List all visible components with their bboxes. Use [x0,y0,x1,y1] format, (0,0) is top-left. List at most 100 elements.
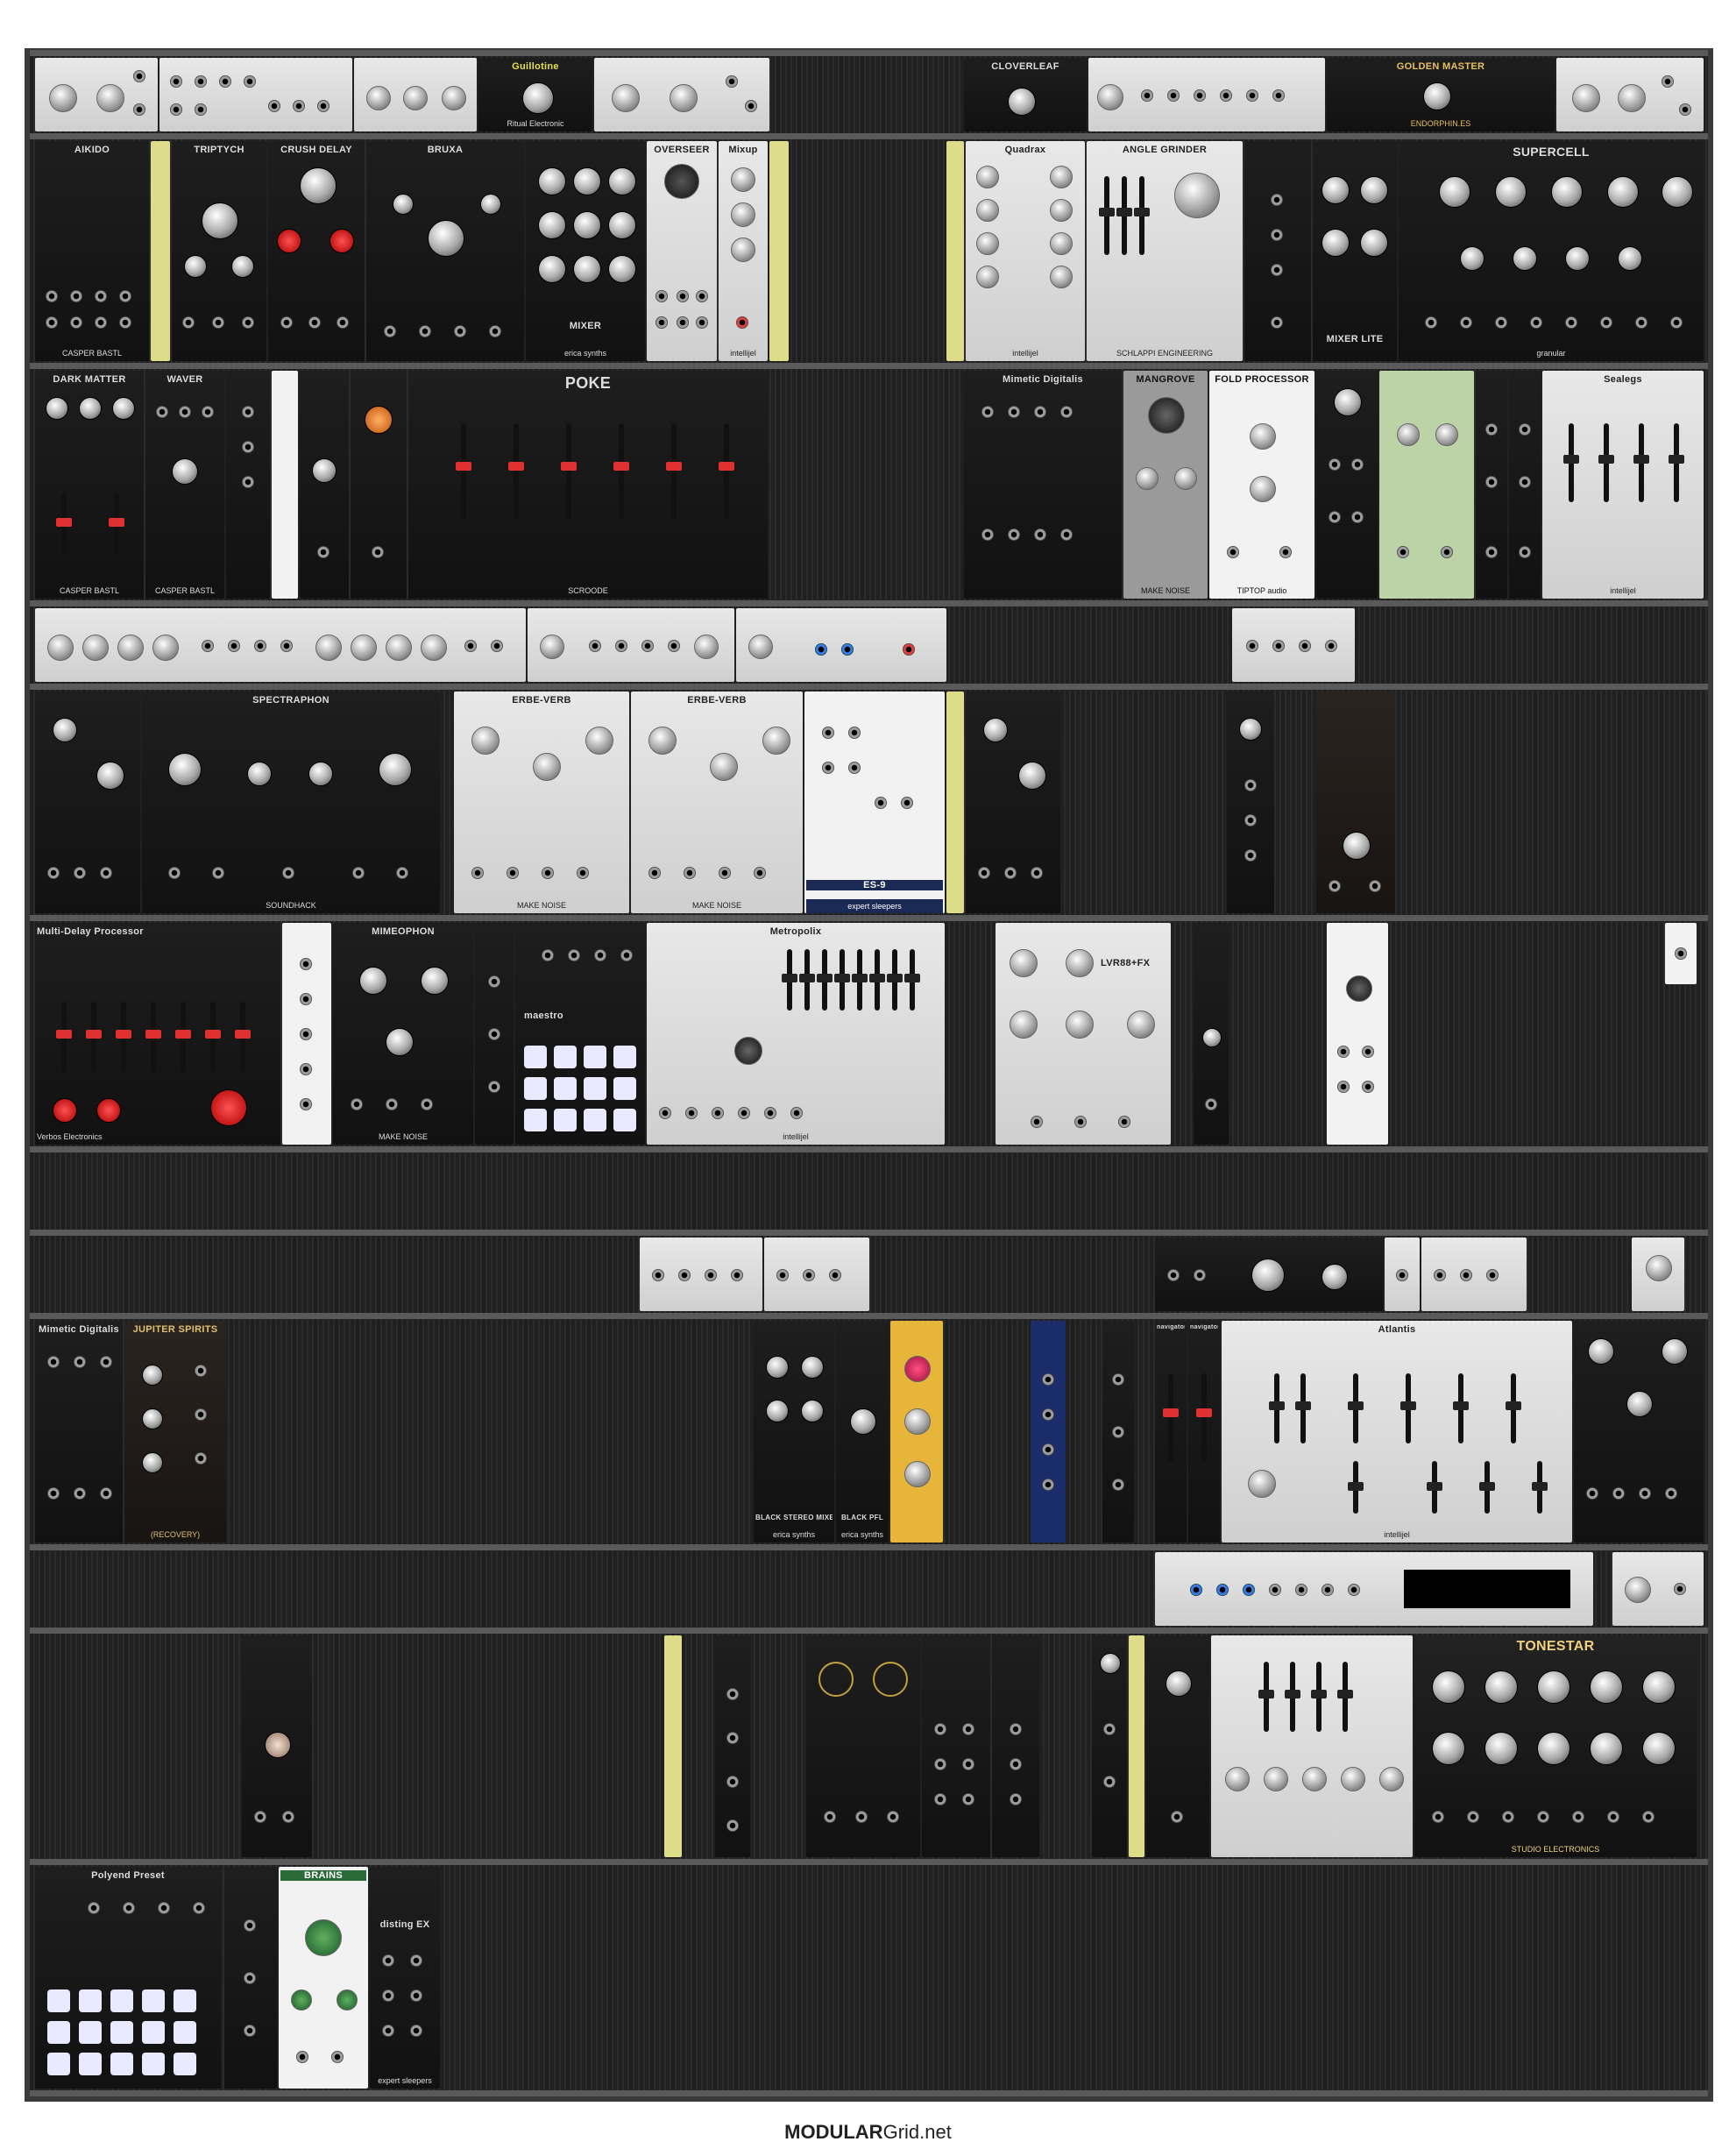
module-disting-ex[interactable]: disting EX expert sleepers [370,1867,440,2089]
module-1u-delay[interactable] [354,58,477,131]
module-1u-utility[interactable] [35,58,158,131]
module-1u-mult-c[interactable] [1385,1238,1420,1311]
module-golden-master[interactable]: GOLDEN MASTER ENDORPHIN.ES [1327,58,1555,131]
module-blue-thin[interactable] [1031,1321,1066,1543]
module-small-b[interactable] [300,371,349,599]
module-1u-sequencer[interactable] [1088,58,1325,131]
module-polyend-preset[interactable]: Polyend Preset [35,1867,221,2089]
module-es-9[interactable]: ES-9 expert sleepers [804,691,945,913]
module-bruxa[interactable]: BRUXA [366,141,524,361]
rack-rail [30,1628,1708,1634]
module-mixer-lite[interactable]: MIXER LITE [1313,141,1397,361]
module-moir[interactable] [1211,1635,1413,1857]
module-tiny-white[interactable] [1665,923,1697,984]
module-spectraphon[interactable]: SPECTRAPHON SOUNDHACK [142,691,440,913]
module-waver[interactable]: WAVER CASPER BASTL [145,371,224,599]
module-brains[interactable]: BRAINS [279,1867,368,2089]
module-echo-thin[interactable] [1092,1635,1127,1857]
module-atlantis[interactable]: Atlantis intellijel [1222,1321,1572,1543]
module-erica-mixer[interactable]: MIXER erica synths [526,141,645,361]
module-small-f[interactable] [224,1867,277,2089]
module-sealegs[interactable]: Sealegs intellijel [1542,371,1704,599]
module-jacks-b[interactable] [992,1635,1039,1857]
module-pico-mask[interactable] [1227,691,1274,913]
module-quadrax[interactable]: Quadrax intellijel [966,141,1085,361]
module-mixup[interactable]: Mixup intellijel [719,141,768,361]
module-1u-midi[interactable] [1155,1552,1593,1626]
module-1u-small[interactable] [1232,608,1355,682]
blank-panel [151,141,170,361]
module-triptych[interactable]: TRIPTYCH [172,141,266,361]
module-cloverleaf[interactable]: CLOVERLEAF [964,58,1087,131]
module-1u-mixer-a[interactable] [594,58,769,131]
rack-rail [30,684,1708,690]
module-pam-thin[interactable] [1194,923,1229,1145]
module-green[interactable] [1379,371,1474,599]
module-black-right[interactable] [1574,1321,1704,1543]
module-crush-delay[interactable]: CRUSH DELAY [268,141,365,361]
module-mimetic-digitalis-b[interactable]: Mimetic Digitalis [35,1321,123,1543]
module-pico-dsp-b[interactable] [1509,371,1541,599]
module-animate-a[interactable] [35,691,140,913]
module-animate-b[interactable] [966,691,1060,913]
module-poke[interactable]: POKE SCROODE [408,371,768,599]
module-angle-grinder[interactable]: ANGLE GRINDER SCHLAPPI ENGINEERING [1087,141,1243,361]
module-thin-a[interactable] [715,1635,750,1857]
module-1u-blue-buttons[interactable] [736,608,946,682]
module-mangrove[interactable]: MANGROVE MAKE NOISE [1123,371,1208,599]
module-mimeophon[interactable]: MIMEOPHON MAKE NOISE [333,923,473,1145]
module-erbe-verb-a[interactable]: ERBE-VERB MAKE NOISE [454,691,629,913]
module-supercell[interactable]: SUPERCELL granular [1399,141,1704,361]
module-1u-mult-a[interactable] [640,1238,762,1311]
module-small-d[interactable] [475,923,514,1145]
module-erbe-verb-b[interactable]: ERBE-VERB MAKE NOISE [631,691,803,913]
module-black-stereo-mixer[interactable]: BLACK STEREO MIXER erica synths [754,1321,834,1543]
module-fold-processor[interactable]: FOLD PROCESSOR TIPTOP audio [1209,371,1314,599]
module-tonestar[interactable]: TONESTAR STUDIO ELECTRONICS [1414,1635,1697,1857]
module-pico-dsp-a[interactable] [1476,371,1507,599]
module-black-thin[interactable] [1102,1321,1134,1543]
module-1u-mult-d[interactable] [1421,1238,1527,1311]
blank-panel-white [272,371,298,599]
module-guillotine[interactable]: Guillotine Ritual Electronic [478,58,592,131]
module-small-a[interactable] [226,371,270,599]
module-multi-delay-processor[interactable]: Multi-Delay Processor Verbos Electronics [35,923,280,1145]
module-jacks-a[interactable] [922,1635,990,1857]
blank-panel [946,141,964,361]
module-1u-quad-attenuator[interactable] [35,608,526,682]
module-1u-attenuverter[interactable] [159,58,352,131]
module-jupiter-spirits[interactable]: JUPITER SPIRITS (RECOVERY) [124,1321,226,1543]
module-small-e[interactable] [1146,1635,1209,1857]
module-small-c[interactable] [351,371,407,599]
module-metropolix[interactable]: Metropolix intellijel [647,923,945,1145]
module-mimetic-digitalis[interactable]: Mimetic Digitalis [964,371,1122,599]
rack-rail [30,2090,1708,2096]
module-1u-mixer-b[interactable] [1556,58,1704,131]
module-neuron-black[interactable] [242,1635,312,1857]
module-circles[interactable] [806,1635,920,1857]
rack-rail [30,363,1708,369]
modulargrid-footer[interactable]: MODULARGrid.net [0,2121,1736,2144]
module-small-black[interactable] [1244,141,1311,361]
module-black-pfl[interactable]: BLACK PFL erica synths [836,1321,889,1543]
module-maestro[interactable]: maestro [515,923,645,1145]
module-echo[interactable] [1316,371,1378,599]
module-1u-slew[interactable] [528,608,734,682]
module-1u-headphone[interactable] [1632,1238,1684,1311]
module-navigator-a[interactable]: navigator [1155,1321,1187,1543]
rack-rail [30,1544,1708,1550]
module-gx[interactable] [282,923,331,1145]
module-1u-pluck[interactable] [1155,1238,1383,1311]
blank-panel [664,1635,682,1857]
module-aikido[interactable]: AIKIDO CASPER BASTL [35,141,149,361]
module-1u-mult-b[interactable] [764,1238,869,1311]
module-lvr88-fx[interactable]: LVR88+FX [996,923,1171,1145]
rack-rail [30,1313,1708,1319]
module-white-thin[interactable] [1327,923,1388,1145]
module-dark-matter[interactable]: DARK MATTER CASPER BASTL [35,371,144,599]
module-yellow[interactable] [890,1321,943,1543]
module-overseer[interactable]: OVERSEER [647,141,717,361]
module-kanji[interactable] [1316,691,1395,913]
module-1u-headphones-b[interactable] [1612,1552,1704,1626]
module-navigator-b[interactable]: navigator [1188,1321,1220,1543]
